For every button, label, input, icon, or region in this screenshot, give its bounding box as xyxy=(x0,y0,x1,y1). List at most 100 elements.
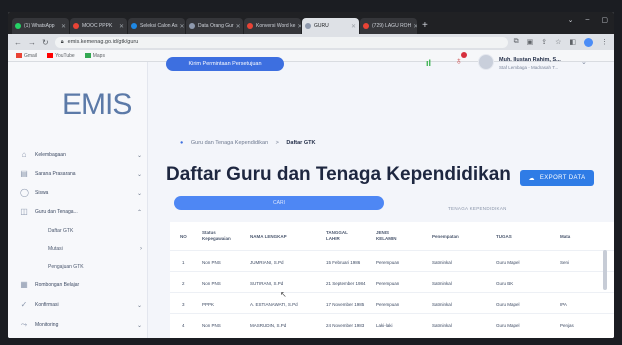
back-icon[interactable]: ← xyxy=(14,38,22,47)
sidebar-item-siswa[interactable]: ◯ Siswa ⌄ xyxy=(8,186,148,200)
user-avatar[interactable] xyxy=(478,54,494,70)
sidebar-item-monitoring[interactable]: ⤳ Monitoring ⌄ xyxy=(8,318,148,332)
monitoring-icon: ⤳ xyxy=(20,320,28,329)
bookmark-gmail[interactable]: Gmail xyxy=(16,53,37,59)
sidebar-item-rombongan-belajar[interactable]: ▦ Rombongan Belajar xyxy=(8,278,148,292)
sidebar-item-sarana-prasarana[interactable]: ▤ Sarana Prasarana ⌄ xyxy=(8,167,148,181)
minimize-icon[interactable]: – xyxy=(585,16,589,24)
browser-tab-youtube[interactable]: (729) LAGU ROH ✕ xyxy=(360,18,417,34)
sidebar-item-label: Monitoring xyxy=(35,322,59,328)
menu-dots-icon[interactable]: ⋮ xyxy=(601,38,608,47)
sidebar-item-label: Rombongan Belajar xyxy=(35,282,80,288)
sidebar-item-label: Sarana Prasarana xyxy=(35,171,76,177)
sidebar-subitem-pengajuan-gtk[interactable]: Pengajuan GTK xyxy=(8,260,148,274)
table-row[interactable]: 4 Non PNS MASRUDIN, S.Pd 24 November 198… xyxy=(170,313,614,338)
breadcrumb-parent[interactable]: Guru dan Tenaga Kependidikan xyxy=(191,140,268,146)
translate-icon[interactable]: ⧉ xyxy=(514,38,519,47)
tab-close-icon[interactable]: ✕ xyxy=(411,23,417,30)
emis-logo: EMIS xyxy=(62,88,132,121)
forward-icon[interactable]: → xyxy=(28,38,36,47)
tab-close-icon[interactable]: ✕ xyxy=(234,23,241,30)
export-data-label: EXPORT DATA xyxy=(539,175,586,181)
maximize-icon[interactable]: ▢ xyxy=(601,16,608,24)
tab-search-icon[interactable]: ⌄ xyxy=(568,16,574,24)
tab-close-icon[interactable]: ✕ xyxy=(349,23,356,30)
breadcrumb-current: Daftar GTK xyxy=(286,140,316,146)
table-scrollbar[interactable] xyxy=(603,250,607,290)
request-approval-button[interactable]: Kirim Permintaan Persetujuan xyxy=(166,57,284,71)
cell-penempatan: Satminkal xyxy=(432,323,452,328)
tab-close-icon[interactable]: ✕ xyxy=(295,23,301,30)
sidebar-item-label: Guru dan Tenaga... xyxy=(35,209,78,215)
bookmark-star-icon[interactable]: ☆ xyxy=(555,38,561,47)
sidebar-subitem-mutasi[interactable]: Mutasi › xyxy=(8,242,148,256)
tab-close-icon[interactable]: ✕ xyxy=(117,23,124,30)
bookmark-label: Gmail xyxy=(24,52,38,59)
sidebar-subitem-daftar-gtk[interactable]: Daftar GTK xyxy=(8,224,148,238)
tab-label: GURU xyxy=(314,23,329,29)
bookmark-label: Maps xyxy=(92,52,105,59)
cell-nama: MASRUDIN, S.Pd xyxy=(250,323,287,328)
sidebar-item-guru-tenaga[interactable]: ◫ Guru dan Tenaga... ⌃ xyxy=(8,205,148,219)
cell-tugas: Guru Mapel xyxy=(496,260,520,265)
youtube-favicon-icon xyxy=(363,23,369,29)
whatsapp-favicon-icon xyxy=(15,23,21,29)
profile-avatar[interactable] xyxy=(584,37,593,47)
browser-tab-data-orang[interactable]: Data Orang Gur ✕ xyxy=(186,18,243,34)
tenaga-kependidikan-filter[interactable]: TENAGA KEPENDIDIKAN xyxy=(448,206,507,211)
browser-tab-whatsapp[interactable]: (1) WhatsApp ✕ xyxy=(12,18,69,34)
col-header-tanggal: TANGGAL LAHIR xyxy=(326,230,348,241)
bookmark-maps[interactable]: Maps xyxy=(84,52,105,59)
cell-no: 1 xyxy=(182,260,185,265)
sidebar-subitem-label: Pengajuan GTK xyxy=(48,264,84,270)
browser-tab-mooc[interactable]: MOOC PPPK ✕ xyxy=(70,18,127,34)
new-tab-button[interactable]: + xyxy=(422,20,428,31)
konversi-favicon-icon xyxy=(247,23,253,29)
toolbar-icons: ⧉ ▣ ⇪ ☆ ◧ ⋮ xyxy=(514,37,608,47)
cell-tugas: Guru Mapel xyxy=(496,302,520,307)
cell-tanggal: 15 Februari 1986 xyxy=(326,260,361,265)
window-controls: ⌄ – ▢ xyxy=(568,16,608,24)
tab-close-icon[interactable]: ✕ xyxy=(178,23,185,30)
tab-label: Konversi Word ke xyxy=(256,23,296,29)
sidebar-item-konfirmasi[interactable]: ✓ Konfirmasi ⌄ xyxy=(8,298,148,312)
sidebar-item-kelembagaan[interactable]: ⌂ Kelembagaan ⌄ xyxy=(8,148,148,162)
cell-mata: Penjas xyxy=(560,323,574,328)
cell-nama: JUMRIANI, S.Pd xyxy=(250,260,284,265)
install-icon[interactable]: ▣ xyxy=(527,38,534,47)
check-icon: ✓ xyxy=(20,300,28,309)
breadcrumb: ● Guru dan Tenaga Kependidikan > Daftar … xyxy=(180,140,315,146)
cell-tanggal: 17 November 1985 xyxy=(326,302,365,307)
chevron-down-icon: ⌄ xyxy=(136,152,142,159)
col-header-no: NO xyxy=(180,234,187,239)
cell-no: 3 xyxy=(182,302,185,307)
share-icon[interactable]: ⇪ xyxy=(541,38,547,47)
browser-tab-konversi[interactable]: Konversi Word ke ✕ xyxy=(244,18,301,34)
address-bar[interactable]: 🔒︎ emis.kemenag.go.id/gtk/guru xyxy=(54,36,508,48)
search-button[interactable]: CARI xyxy=(174,196,384,210)
reload-icon[interactable]: ↻ xyxy=(42,38,49,47)
chevron-down-icon: ⌄ xyxy=(136,171,142,178)
notification-bell-icon[interactable]: ♁ xyxy=(455,56,467,68)
browser-toolbar: ← → ↻ 🔒︎ emis.kemenag.go.id/gtk/guru ⧉ ▣… xyxy=(8,34,614,50)
tab-close-icon[interactable]: ✕ xyxy=(59,23,66,30)
sidebar-item-label: Kelembagaan xyxy=(35,152,66,158)
col-header-mata: Mata xyxy=(560,234,571,239)
user-menu-chevron-icon[interactable]: ⌄ xyxy=(581,58,587,66)
browser-tab-seleksi[interactable]: Seleksi Calon As ✕ xyxy=(128,18,185,34)
col-header-tugas: TUGAS xyxy=(496,234,512,239)
cell-mata: IPA xyxy=(560,302,567,307)
url-text: emis.kemenag.go.id/gtk/guru xyxy=(67,39,139,45)
cell-status: PPPK xyxy=(202,302,215,307)
sidepanel-icon[interactable]: ◧ xyxy=(569,38,576,47)
gtk-table: NO Status Kepegawaian NAMA LENGKAP TANGG… xyxy=(170,222,614,338)
export-data-button[interactable]: ☁ EXPORT DATA xyxy=(520,170,594,186)
cell-penempatan: Satminkal xyxy=(432,281,452,286)
browser-tab-guru[interactable]: GURU ✕ xyxy=(302,18,359,34)
student-icon: ◯ xyxy=(20,188,29,197)
col-header-nama: NAMA LENGKAP xyxy=(250,234,287,239)
cell-jenis: Perempuan xyxy=(376,302,400,307)
bookmark-youtube[interactable]: YouTube xyxy=(47,53,75,59)
cell-no: 2 xyxy=(182,281,185,286)
signal-bars-icon[interactable]: ıl xyxy=(426,58,431,68)
